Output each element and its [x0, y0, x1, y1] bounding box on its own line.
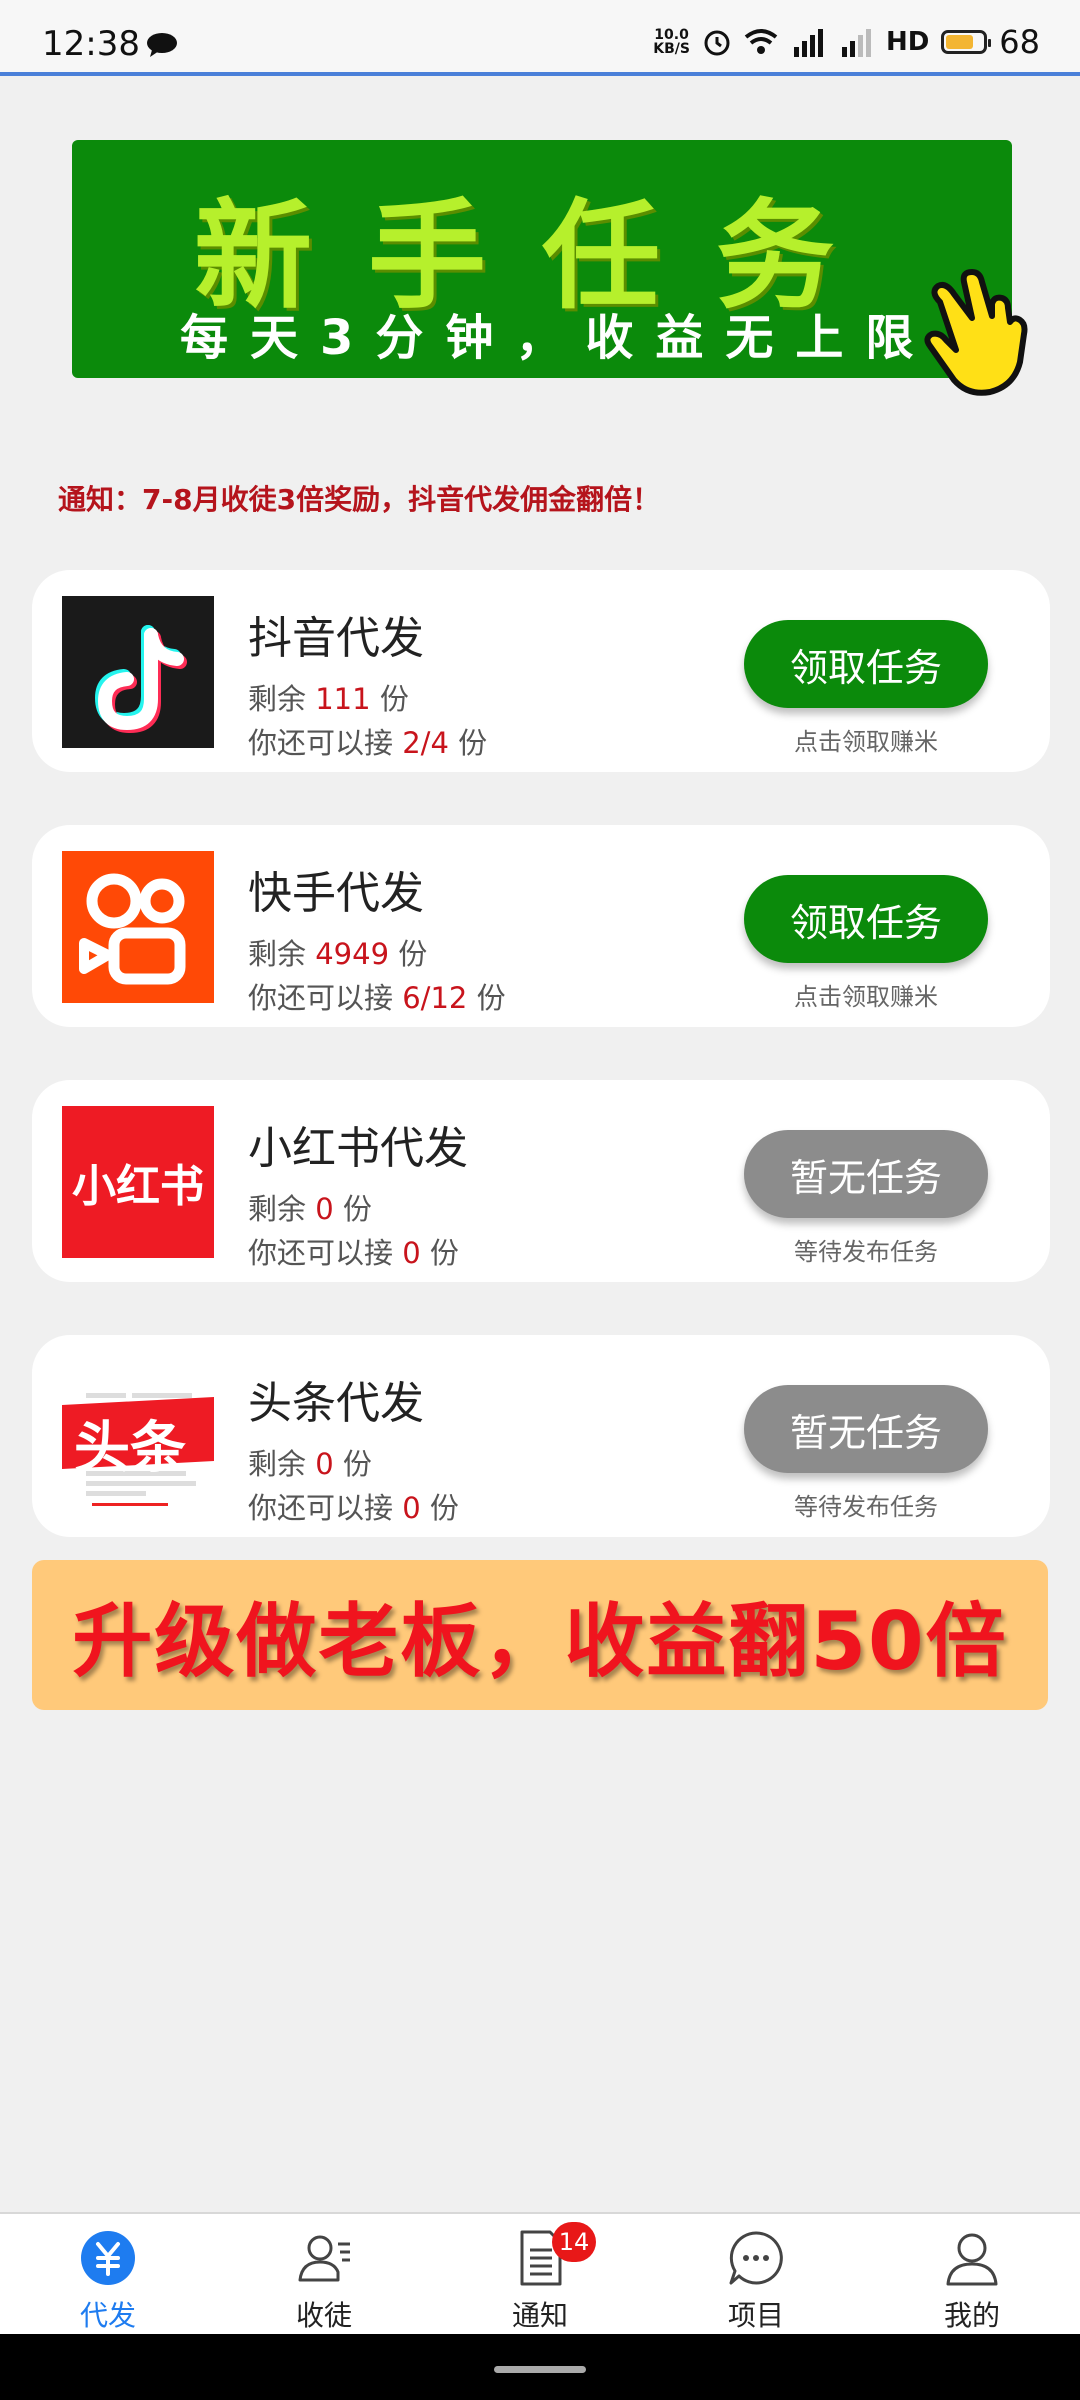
button-hint: 点击领取赚米 — [794, 983, 938, 1011]
person-icon — [946, 2233, 998, 2286]
battery-level: 68 — [999, 23, 1040, 61]
yuan-icon — [81, 2231, 135, 2285]
nav-label: 项目 — [727, 2299, 784, 2332]
nav-label: 收徒 — [295, 2299, 352, 2332]
notification-badge: 14 — [552, 2222, 596, 2262]
remaining-line: 剩余 0 份 — [248, 1192, 372, 1226]
signal-icon — [793, 29, 823, 57]
chat-icon — [729, 2231, 783, 2285]
status-right: 10.0 KB/S HD 68 — [653, 22, 1040, 62]
nav-item-wode[interactable]: 我的 — [864, 2214, 1080, 2336]
xiaohongshu-logo: 小红书 — [62, 1106, 214, 1258]
task-title: 小红书代发 — [248, 1123, 468, 1174]
remaining-line: 剩余 4949 份 — [248, 937, 428, 971]
button-hint: 等待发布任务 — [794, 1493, 938, 1521]
system-nav-bar — [0, 2334, 1080, 2400]
home-indicator[interactable] — [494, 2366, 586, 2373]
status-time: 12:38 — [42, 24, 140, 64]
button-hint: 点击领取赚米 — [794, 728, 938, 756]
task-card-xiaohongshu: 小红书 小红书代发 剩余 0 份 你还可以接 0 份 暂无任务 等待发布任务 — [32, 1080, 1050, 1282]
nav-item-daifa[interactable]: 代发 — [0, 2214, 216, 2336]
task-title: 快手代发 — [248, 868, 424, 919]
signal-icon-2 — [841, 29, 871, 57]
battery-icon — [941, 30, 992, 54]
hd-indicator: HD — [885, 27, 930, 57]
nav-item-xiangmu[interactable]: 项目 — [648, 2214, 864, 2336]
task-title: 抖音代发 — [248, 613, 424, 664]
toutiao-logo-text: 头条 — [74, 1416, 186, 1481]
douyin-logo — [62, 596, 214, 748]
upgrade-banner-text: 升级做老板，收益翻50倍 — [72, 1595, 1008, 1688]
can-take-line: 你还可以接 0 份 — [248, 1491, 459, 1525]
nav-label: 代发 — [79, 2299, 136, 2332]
newbie-task-banner[interactable]: 新手任务 每天3分钟，收益无上限 — [72, 140, 1012, 378]
notice-text: 通知：7-8月收徒3倍奖励，抖音代发佣金翻倍！ — [58, 483, 661, 516]
no-task-button[interactable]: 暂无任务 — [744, 1130, 988, 1218]
claim-task-button[interactable]: 领取任务 — [744, 875, 988, 963]
no-task-button[interactable]: 暂无任务 — [744, 1385, 988, 1473]
nav-item-tongzhi[interactable]: 14 通知 — [432, 2214, 648, 2336]
task-title: 头条代发 — [248, 1378, 424, 1429]
can-take-line: 你还可以接 0 份 — [248, 1236, 459, 1270]
can-take-line: 你还可以接 2/4 份 — [248, 726, 488, 760]
wifi-icon — [744, 29, 778, 54]
nav-item-shoutu[interactable]: 收徒 — [216, 2214, 432, 2336]
message-icon — [147, 33, 177, 57]
upgrade-banner[interactable]: 升级做老板，收益翻50倍 — [32, 1560, 1048, 1710]
remaining-line: 剩余 111 份 — [248, 682, 409, 716]
pointing-hand-icon — [924, 269, 1028, 396]
net-speed: 10.0 KB/S — [653, 27, 690, 57]
button-hint: 等待发布任务 — [794, 1238, 938, 1266]
alarm-icon — [704, 30, 730, 56]
contacts-icon — [298, 2235, 350, 2282]
remaining-line: 剩余 0 份 — [248, 1447, 372, 1481]
claim-task-button[interactable]: 领取任务 — [744, 620, 988, 708]
bottom-nav: 代发 收徒 14 通知 项目 我的 — [0, 2212, 1080, 2336]
task-card-kuaishou: 快手代发 剩余 4949 份 你还可以接 6/12 份 领取任务 点击领取赚米 — [32, 825, 1050, 1027]
task-card-toutiao: 头条 头条代发 剩余 0 份 你还可以接 0 份 暂无任务 等待发布任务 — [32, 1335, 1050, 1537]
status-bar: 12:38 10.0 KB/S HD 68 — [0, 0, 1080, 76]
task-card-douyin: 抖音代发 剩余 111 份 你还可以接 2/4 份 领取任务 点击领取赚米 — [32, 570, 1050, 772]
can-take-line: 你还可以接 6/12 份 — [248, 981, 506, 1015]
nav-label: 我的 — [943, 2299, 1000, 2332]
banner-subtitle: 每天3分钟，收益无上限 — [180, 310, 936, 366]
xiaohongshu-logo-text: 小红书 — [72, 1161, 204, 1212]
kuaishou-logo — [62, 851, 214, 1003]
nav-label: 通知 — [511, 2299, 568, 2332]
toutiao-logo: 头条 — [62, 1361, 214, 1513]
